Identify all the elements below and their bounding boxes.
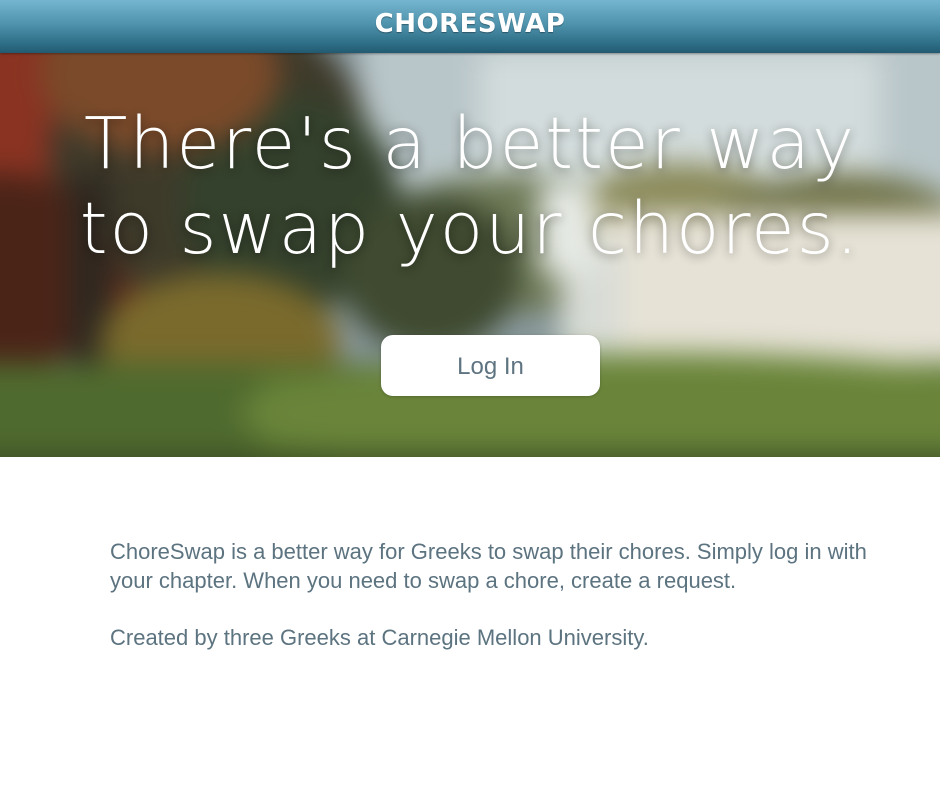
hero-banner: There's a better way to swap your chores… <box>0 53 940 457</box>
log-in-button[interactable]: Log In <box>381 335 600 396</box>
about-description: ChoreSwap is a better way for Greeks to … <box>110 539 867 593</box>
hero-headline-line-1: There's a better way <box>84 102 856 185</box>
choreswap-logo[interactable]: CHORESWAP <box>0 9 940 39</box>
hero-headline-line-2: to swap your chores. <box>79 187 861 270</box>
about-credits: Created by three Greeks at Carnegie Mell… <box>110 625 649 650</box>
top-header-bar: CHORESWAP <box>0 0 940 53</box>
about-section: ChoreSwap is a better way for Greeks to … <box>110 537 880 652</box>
